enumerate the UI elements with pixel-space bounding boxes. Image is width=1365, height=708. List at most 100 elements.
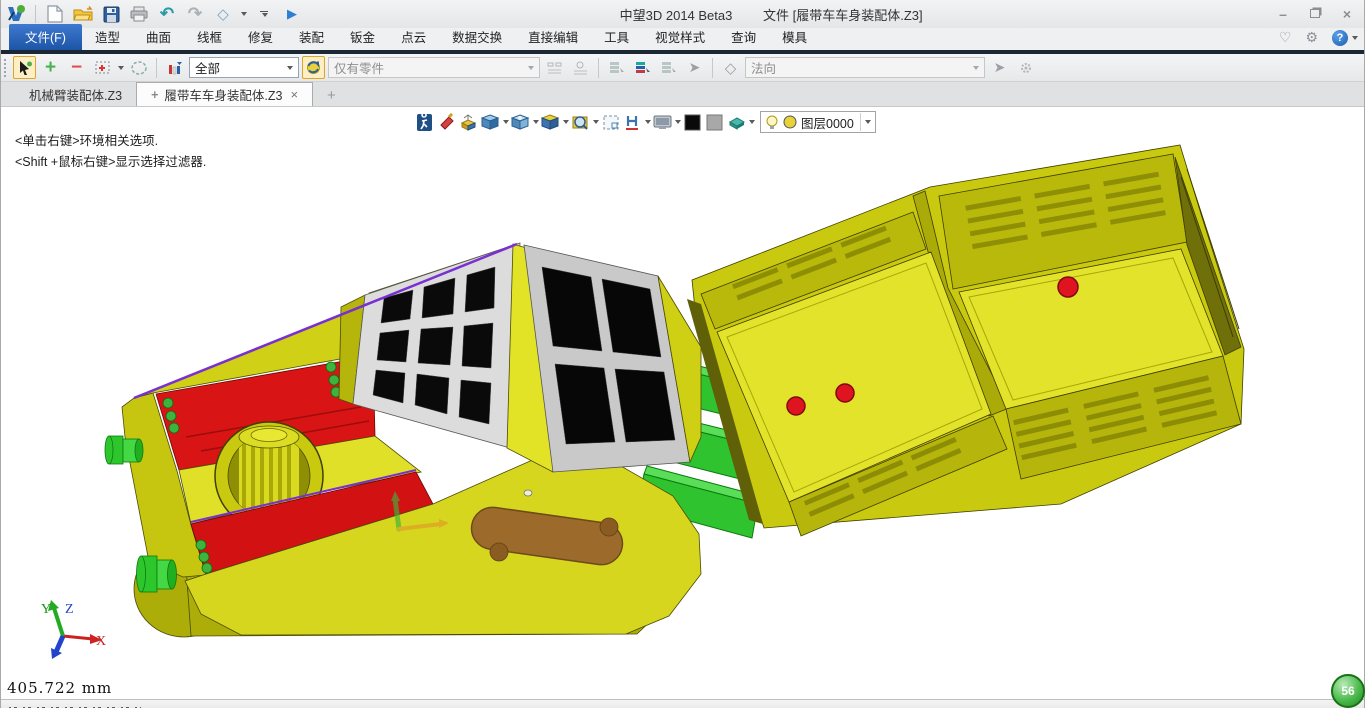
divider bbox=[156, 58, 157, 78]
ribbon-tab-dataexchange[interactable]: 数据交换 bbox=[439, 24, 515, 50]
offset-pick-icon bbox=[543, 56, 566, 79]
doc-tab-arm-assembly[interactable]: 机械臂装配体.Z3 bbox=[15, 83, 136, 106]
pick-list-colored-icon bbox=[631, 56, 654, 79]
select-window-icon[interactable] bbox=[91, 56, 114, 79]
cargo-box bbox=[687, 145, 1244, 536]
entity-filter-select[interactable]: 全部 bbox=[189, 57, 299, 78]
select-arrow-icon[interactable] bbox=[13, 56, 36, 79]
ribbon-tab-tools[interactable]: 工具 bbox=[591, 24, 642, 50]
view-manager-icon[interactable]: ◇ bbox=[212, 3, 234, 25]
select-add-icon[interactable]: + bbox=[39, 56, 62, 79]
toolbar-drag-handle[interactable] bbox=[3, 58, 8, 78]
doc-icon: + bbox=[151, 88, 158, 102]
ribbon-tab-visualstyle[interactable]: 视觉样式 bbox=[642, 24, 718, 50]
zoom-region-icon[interactable] bbox=[570, 112, 591, 133]
divider bbox=[712, 58, 713, 78]
measurement-readout: 405.722 mm bbox=[7, 679, 112, 697]
app-logo-icon[interactable] bbox=[5, 3, 27, 25]
ribbon-tab-sheetmetal[interactable]: 钣金 bbox=[337, 24, 388, 50]
ribbon-tab-mold[interactable]: 模具 bbox=[769, 24, 820, 50]
black-swatch[interactable] bbox=[682, 112, 703, 133]
select-lasso-icon[interactable] bbox=[127, 56, 150, 79]
layer-slab-icon[interactable] bbox=[726, 112, 747, 133]
layer-slab-caret[interactable] bbox=[749, 120, 755, 124]
hatch-caret[interactable] bbox=[645, 120, 651, 124]
gray-swatch[interactable] bbox=[704, 112, 725, 133]
view-toolbar: 图层0000 bbox=[414, 109, 876, 135]
layer-caret[interactable] bbox=[865, 120, 871, 124]
settings-gear-icon[interactable]: ⚙ bbox=[1305, 29, 1318, 46]
help-caret[interactable] bbox=[1352, 36, 1358, 40]
world-triad: Y Z X bbox=[41, 600, 106, 659]
pick-scope-select: 仅有零件 bbox=[328, 57, 540, 78]
new-document-icon[interactable] bbox=[44, 3, 66, 25]
axis-z-label: Z bbox=[65, 602, 74, 617]
doc-tab-vehicle-body[interactable]: + 履带车车身装配体.Z3 × bbox=[136, 82, 313, 106]
model-3d[interactable]: Y Z X bbox=[1, 107, 1365, 699]
toolbar-overflow-icon[interactable] bbox=[253, 3, 275, 25]
section-cube-caret[interactable] bbox=[563, 120, 569, 124]
ribbon-tab-wireframe[interactable]: 线框 bbox=[184, 24, 235, 50]
ribbon-tab-directedit[interactable]: 直接编辑 bbox=[515, 24, 591, 50]
ribbon-tab-inquire[interactable]: 查询 bbox=[718, 24, 769, 50]
app-title: 中望3D 2014 Beta3 bbox=[576, 5, 776, 24]
align-pick-icon bbox=[569, 56, 592, 79]
ribbon-tab-file[interactable]: 文件(F) bbox=[9, 24, 82, 50]
start-task-icon[interactable]: ▶ bbox=[281, 3, 303, 25]
hint-line-2: <Shift +鼠标右键>显示选择过滤器. bbox=[15, 152, 206, 173]
face-shaded-cube-icon[interactable] bbox=[510, 112, 531, 133]
status-bar bbox=[1, 699, 1364, 708]
ribbon-tab-shape[interactable]: 造型 bbox=[82, 24, 133, 50]
section-cube-icon[interactable] bbox=[540, 112, 561, 133]
help-icon[interactable]: ? bbox=[1332, 30, 1348, 46]
shaded-cube-icon[interactable] bbox=[480, 112, 501, 133]
axis-x-label: X bbox=[96, 634, 106, 649]
close-button[interactable]: × bbox=[1338, 6, 1356, 21]
pick-arrow-icon: ➤ bbox=[683, 56, 706, 79]
sync-toggle-icon[interactable] bbox=[302, 56, 325, 79]
ribbon-tab-pointcloud[interactable]: 点云 bbox=[388, 24, 439, 50]
hatch-icon[interactable] bbox=[622, 112, 643, 133]
window-frame-icon[interactable] bbox=[600, 112, 621, 133]
redo-icon[interactable]: ↷ bbox=[184, 3, 206, 25]
axis-y-label: Y bbox=[41, 602, 51, 617]
graphics-viewport[interactable]: Y Z X bbox=[1, 107, 1364, 699]
ribbon-tab-bar: 文件(F) 造型 曲面 线框 修复 装配 钣金 点云 数据交换 直接编辑 工具 … bbox=[1, 28, 1364, 50]
select-window-caret[interactable] bbox=[118, 66, 124, 70]
exit-icon[interactable] bbox=[414, 112, 435, 133]
layer-value: 图层0000 bbox=[801, 113, 854, 132]
pick-settings-icon bbox=[1014, 56, 1037, 79]
select-remove-icon[interactable]: − bbox=[65, 56, 88, 79]
ribbon-tab-assembly[interactable]: 装配 bbox=[286, 24, 337, 50]
zoom-region-caret[interactable] bbox=[593, 120, 599, 124]
save-icon[interactable] bbox=[100, 3, 122, 25]
reorient-diamond-icon: ◇ bbox=[719, 56, 742, 79]
hint-line-1: <单击右键>环境相关选项. bbox=[15, 131, 206, 152]
filter-list-icon[interactable] bbox=[163, 56, 186, 79]
layer-select[interactable]: 图层0000 bbox=[760, 111, 876, 133]
document-title: 文件 [履带车车身装配体.Z3] bbox=[763, 5, 923, 24]
close-tab-icon[interactable]: × bbox=[290, 87, 298, 102]
display-monitor-icon[interactable] bbox=[652, 112, 673, 133]
open-document-icon[interactable] bbox=[72, 3, 94, 25]
unfold-box-icon[interactable] bbox=[458, 112, 479, 133]
divider bbox=[598, 58, 599, 78]
shaded-cube-caret[interactable] bbox=[503, 120, 509, 124]
print-icon[interactable] bbox=[128, 3, 150, 25]
erase-highlight-icon[interactable] bbox=[436, 112, 457, 133]
notification-badge[interactable]: 56 bbox=[1331, 674, 1365, 708]
favorite-heart-icon[interactable]: ♡ bbox=[1279, 29, 1292, 46]
display-monitor-caret[interactable] bbox=[675, 120, 681, 124]
pick-list-last-icon bbox=[657, 56, 680, 79]
new-tab-button[interactable]: + bbox=[327, 87, 336, 106]
selection-toolbar: + − 全部 仅有零件 ➤ ◇ 法向 ➤ bbox=[1, 54, 1364, 82]
ribbon-tab-repair[interactable]: 修复 bbox=[235, 24, 286, 50]
view-manager-caret[interactable] bbox=[241, 12, 247, 16]
restore-button[interactable] bbox=[1306, 6, 1324, 21]
quick-access-toolbar: ↶ ↷ ◇ ▶ bbox=[5, 3, 303, 25]
viewport-hints: <单击右键>环境相关选项. <Shift +鼠标右键>显示选择过滤器. bbox=[15, 131, 206, 173]
ribbon-tab-surface[interactable]: 曲面 bbox=[133, 24, 184, 50]
minimize-button[interactable]: – bbox=[1274, 6, 1292, 21]
undo-icon[interactable]: ↶ bbox=[156, 3, 178, 25]
face-shaded-cube-caret[interactable] bbox=[533, 120, 539, 124]
